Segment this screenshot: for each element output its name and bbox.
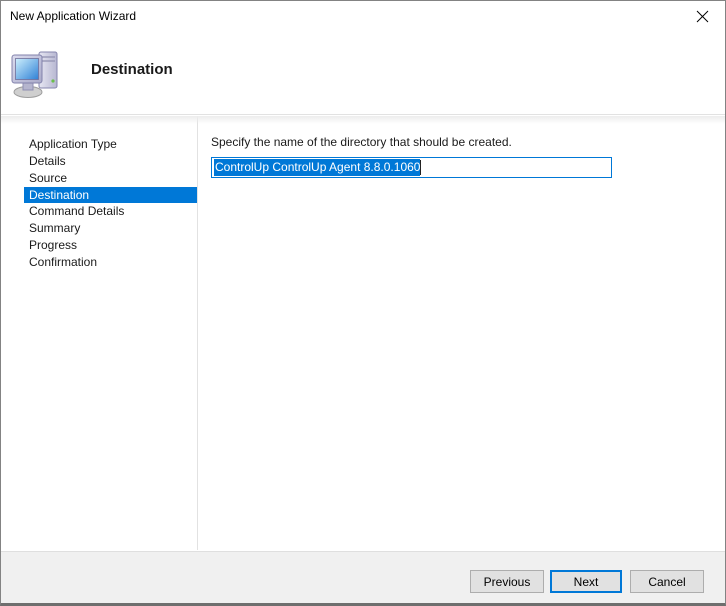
title-bar: New Application Wizard bbox=[1, 1, 725, 31]
sidebar-item-confirmation[interactable]: Confirmation bbox=[1, 254, 197, 271]
page-title: Destination bbox=[91, 61, 173, 78]
sidebar-item-progress[interactable]: Progress bbox=[1, 237, 197, 254]
instruction-text: Specify the name of the directory that s… bbox=[211, 135, 512, 149]
close-button[interactable] bbox=[680, 1, 725, 31]
sidebar-item-details[interactable]: Details bbox=[1, 153, 197, 170]
window-title: New Application Wizard bbox=[1, 9, 136, 23]
wizard-header: Destination bbox=[1, 31, 725, 115]
cancel-button[interactable]: Cancel bbox=[630, 570, 704, 593]
new-application-wizard-window: New Application Wizard bbox=[0, 0, 726, 606]
sidebar-item-command-details[interactable]: Command Details bbox=[1, 203, 197, 220]
directory-name-input[interactable]: ControlUp ControlUp Agent 8.8.0.1060 bbox=[211, 157, 612, 178]
wizard-content-panel: Specify the name of the directory that s… bbox=[199, 116, 724, 550]
sidebar-item-destination[interactable]: Destination bbox=[24, 187, 197, 203]
text-caret bbox=[420, 160, 421, 175]
previous-button[interactable]: Previous bbox=[470, 570, 544, 593]
sidebar-item-summary[interactable]: Summary bbox=[1, 220, 197, 237]
computer-icon bbox=[11, 49, 65, 99]
sidebar-item-application-type[interactable]: Application Type bbox=[1, 136, 197, 153]
close-icon bbox=[696, 10, 709, 23]
wizard-steps-sidebar: Application Type Details Source Destinat… bbox=[1, 116, 198, 550]
directory-name-selected-text: ControlUp ControlUp Agent 8.8.0.1060 bbox=[214, 159, 420, 176]
next-button[interactable]: Next bbox=[550, 570, 622, 593]
wizard-footer: Previous Next Cancel bbox=[1, 551, 725, 603]
sidebar-item-source[interactable]: Source bbox=[1, 170, 197, 187]
